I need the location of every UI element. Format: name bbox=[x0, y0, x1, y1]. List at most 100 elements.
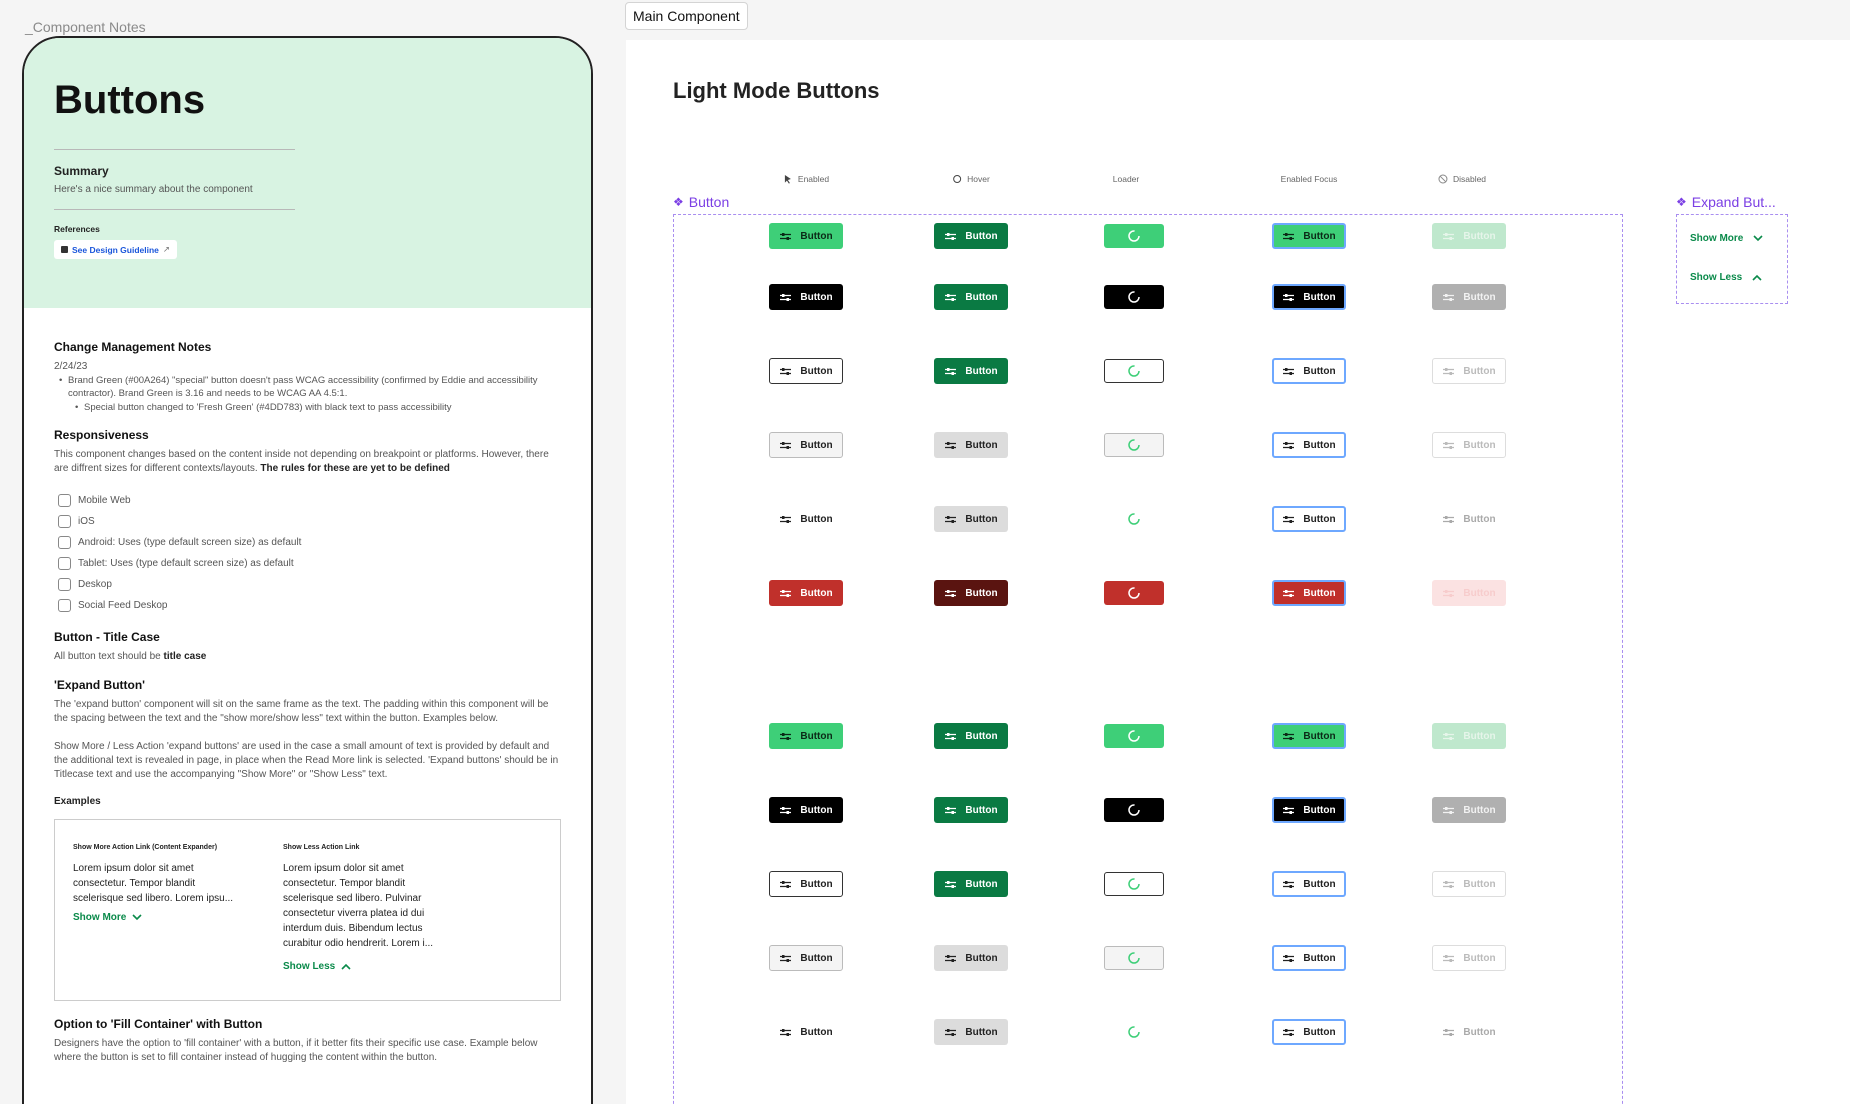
component-icon: ❖ bbox=[673, 195, 684, 209]
button-variant-hover[interactable]: Button bbox=[934, 223, 1008, 249]
sliders-icon bbox=[780, 732, 792, 740]
button-variant-loader[interactable] bbox=[1104, 872, 1164, 896]
checkbox[interactable] bbox=[58, 556, 71, 570]
button-variant-hover[interactable]: Button bbox=[934, 945, 1008, 971]
button-variant-enabled-focus[interactable]: Button bbox=[1272, 945, 1346, 971]
button-label: Button bbox=[1463, 730, 1496, 742]
button-variant-enabled[interactable]: Button bbox=[769, 284, 843, 310]
button-label: Button bbox=[1463, 291, 1496, 303]
button-variant-disabled[interactable]: Button bbox=[1432, 723, 1506, 749]
checkbox[interactable] bbox=[58, 598, 71, 612]
button-variant-hover[interactable]: Button bbox=[934, 358, 1008, 384]
button-variant-enabled[interactable]: Button bbox=[769, 358, 843, 384]
button-variant-enabled[interactable]: Button bbox=[769, 432, 843, 458]
example-text: Lorem ipsum dolor sit amet consectetur. … bbox=[73, 862, 234, 904]
loader-spinner-icon bbox=[1128, 730, 1140, 742]
checklist-item[interactable]: Social Feed Deskop bbox=[58, 595, 561, 616]
checkbox[interactable] bbox=[58, 514, 71, 528]
button-variant-enabled-focus[interactable]: Button bbox=[1272, 580, 1346, 606]
button-variant-enabled[interactable]: Button bbox=[769, 506, 843, 532]
button-variant-loader[interactable] bbox=[1104, 581, 1164, 605]
show-less-link[interactable]: Show Less bbox=[283, 961, 458, 972]
button-label: Button bbox=[965, 804, 998, 816]
button-variant-disabled[interactable]: Button bbox=[1432, 506, 1506, 532]
button-variant-disabled[interactable]: Button bbox=[1432, 432, 1506, 458]
column-header-hover: Hover bbox=[952, 174, 990, 184]
button-variant-enabled-focus[interactable]: Button bbox=[1272, 284, 1346, 310]
button-variant-loader[interactable] bbox=[1104, 433, 1164, 457]
checklist-item[interactable]: Mobile Web bbox=[58, 490, 561, 511]
component-label-text: Expand But... bbox=[1691, 194, 1776, 210]
button-variant-hover[interactable]: Button bbox=[934, 506, 1008, 532]
button-variant-enabled[interactable]: Button bbox=[769, 723, 843, 749]
button-variant-disabled[interactable]: Button bbox=[1432, 871, 1506, 897]
button-variant-disabled[interactable]: Button bbox=[1432, 580, 1506, 606]
button-component-label[interactable]: ❖ Button bbox=[673, 194, 729, 210]
button-variant-loader[interactable] bbox=[1104, 359, 1164, 383]
button-variant-loader[interactable] bbox=[1104, 798, 1164, 822]
sliders-icon bbox=[780, 293, 792, 301]
button-variant-hover[interactable]: Button bbox=[934, 580, 1008, 606]
checkbox[interactable] bbox=[58, 493, 71, 507]
button-variant-disabled[interactable]: Button bbox=[1432, 223, 1506, 249]
checklist-item[interactable]: iOS bbox=[58, 511, 561, 532]
button-variant-loader[interactable] bbox=[1104, 507, 1164, 531]
sliders-icon bbox=[945, 441, 957, 449]
button-label: Button bbox=[1463, 952, 1496, 964]
button-variant-disabled[interactable]: Button bbox=[1432, 797, 1506, 823]
fill-container-text: Designers have the option to 'fill conta… bbox=[54, 1037, 538, 1063]
button-variant-enabled-focus[interactable]: Button bbox=[1272, 223, 1346, 249]
sliders-icon bbox=[780, 1028, 792, 1036]
component-notes-frame-label: _Component Notes bbox=[25, 19, 146, 35]
button-variant-enabled-focus[interactable]: Button bbox=[1272, 358, 1346, 384]
button-variant-loader[interactable] bbox=[1104, 285, 1164, 309]
show-more-link[interactable]: Show More bbox=[73, 912, 243, 923]
button-variant-enabled-focus[interactable]: Button bbox=[1272, 506, 1346, 532]
button-variant-disabled[interactable]: Button bbox=[1432, 1019, 1506, 1045]
button-variant-hover[interactable]: Button bbox=[934, 284, 1008, 310]
button-variant-disabled[interactable]: Button bbox=[1432, 358, 1506, 384]
button-variant-loader[interactable] bbox=[1104, 946, 1164, 970]
show-less-label: Show Less bbox=[1690, 272, 1743, 283]
checklist-item[interactable]: Deskop bbox=[58, 574, 561, 595]
button-variant-enabled[interactable]: Button bbox=[769, 1019, 843, 1045]
button-label: Button bbox=[965, 291, 998, 303]
button-variant-enabled[interactable]: Button bbox=[769, 223, 843, 249]
button-variant-enabled-focus[interactable]: Button bbox=[1272, 871, 1346, 897]
button-variant-disabled[interactable]: Button bbox=[1432, 284, 1506, 310]
sliders-icon bbox=[1443, 232, 1455, 240]
button-variant-hover[interactable]: Button bbox=[934, 432, 1008, 458]
main-component-tab[interactable]: Main Component bbox=[625, 2, 748, 30]
button-variant-loader[interactable] bbox=[1104, 724, 1164, 748]
button-label: Button bbox=[800, 878, 833, 890]
show-more-expand-button[interactable]: Show More bbox=[1690, 233, 1763, 244]
expand-button-component-label[interactable]: ❖ Expand But... bbox=[1676, 194, 1776, 210]
checkbox[interactable] bbox=[58, 535, 71, 549]
page-title: Light Mode Buttons bbox=[673, 78, 880, 103]
button-variant-hover[interactable]: Button bbox=[934, 723, 1008, 749]
button-variant-enabled[interactable]: Button bbox=[769, 871, 843, 897]
button-variant-hover[interactable]: Button bbox=[934, 1019, 1008, 1045]
sliders-icon bbox=[1443, 515, 1455, 523]
button-variant-enabled-focus[interactable]: Button bbox=[1272, 723, 1346, 749]
design-guideline-link[interactable]: See Design Guideline ↗ bbox=[54, 240, 178, 259]
checklist-item[interactable]: Tablet: Uses (type default screen size) … bbox=[58, 553, 561, 574]
button-variant-enabled[interactable]: Button bbox=[769, 945, 843, 971]
button-variant-hover[interactable]: Button bbox=[934, 871, 1008, 897]
checklist-item[interactable]: Android: Uses (type default screen size)… bbox=[58, 532, 561, 553]
show-less-expand-button[interactable]: Show Less bbox=[1690, 272, 1762, 283]
button-variant-enabled-focus[interactable]: Button bbox=[1272, 797, 1346, 823]
button-variant-disabled[interactable]: Button bbox=[1432, 945, 1506, 971]
button-variant-enabled[interactable]: Button bbox=[769, 580, 843, 606]
button-label: Button bbox=[1303, 804, 1336, 816]
sliders-icon bbox=[780, 954, 792, 962]
checkbox[interactable] bbox=[58, 577, 71, 591]
button-variant-loader[interactable] bbox=[1104, 1020, 1164, 1044]
sliders-icon bbox=[1283, 806, 1295, 814]
button-variant-enabled-focus[interactable]: Button bbox=[1272, 1019, 1346, 1045]
button-variant-loader[interactable] bbox=[1104, 224, 1164, 248]
button-variant-hover[interactable]: Button bbox=[934, 797, 1008, 823]
button-variant-enabled[interactable]: Button bbox=[769, 797, 843, 823]
change-management-heading: Change Management Notes bbox=[54, 340, 212, 354]
button-variant-enabled-focus[interactable]: Button bbox=[1272, 432, 1346, 458]
